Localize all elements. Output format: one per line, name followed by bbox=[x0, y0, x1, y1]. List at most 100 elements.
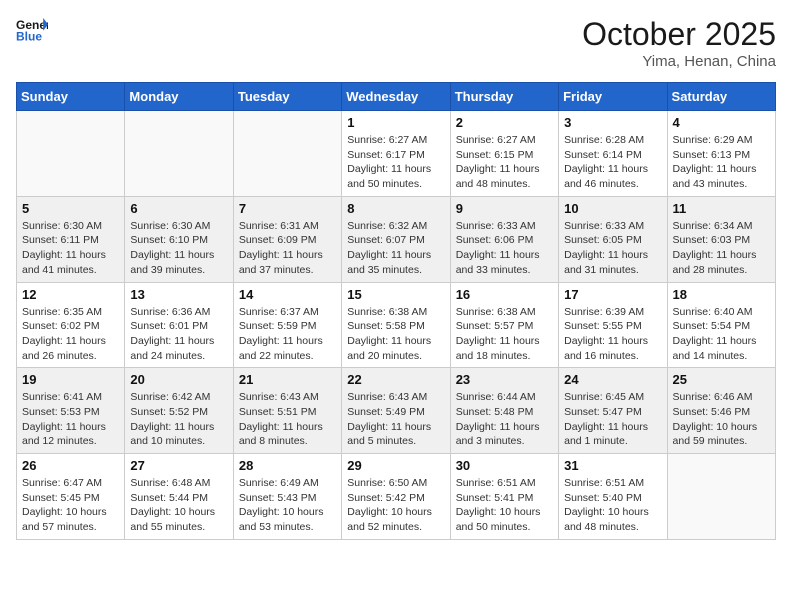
calendar-day-cell: 22 Sunrise: 6:43 AM Sunset: 5:49 PM Dayli… bbox=[342, 368, 450, 454]
day-number: 30 bbox=[456, 458, 553, 473]
logo-icon: General Blue bbox=[16, 16, 48, 44]
calendar-day-cell: 12 Sunrise: 6:35 AM Sunset: 6:02 PM Dayli… bbox=[17, 282, 125, 368]
day-info: Sunrise: 6:45 AM Sunset: 5:47 PM Dayligh… bbox=[564, 390, 661, 449]
day-number: 24 bbox=[564, 372, 661, 387]
calendar-header-row: SundayMondayTuesdayWednesdayThursdayFrid… bbox=[17, 83, 776, 111]
day-number: 1 bbox=[347, 115, 444, 130]
day-number: 10 bbox=[564, 201, 661, 216]
day-number: 3 bbox=[564, 115, 661, 130]
svg-text:Blue: Blue bbox=[16, 29, 42, 43]
day-info: Sunrise: 6:31 AM Sunset: 6:09 PM Dayligh… bbox=[239, 219, 336, 278]
day-number: 19 bbox=[22, 372, 119, 387]
calendar-week-row: 12 Sunrise: 6:35 AM Sunset: 6:02 PM Dayli… bbox=[17, 282, 776, 368]
day-info: Sunrise: 6:34 AM Sunset: 6:03 PM Dayligh… bbox=[673, 219, 770, 278]
calendar-day-cell: 28 Sunrise: 6:49 AM Sunset: 5:43 PM Dayli… bbox=[233, 454, 341, 540]
calendar-day-cell: 21 Sunrise: 6:43 AM Sunset: 5:51 PM Dayli… bbox=[233, 368, 341, 454]
calendar-day-cell: 13Sunrise: 6:36 AM Sunset: 6:01 PM Dayli… bbox=[125, 282, 233, 368]
calendar-day-cell: 16 Sunrise: 6:38 AM Sunset: 5:57 PM Dayli… bbox=[450, 282, 558, 368]
calendar-day-cell bbox=[667, 454, 775, 540]
calendar-day-cell: 10 Sunrise: 6:33 AM Sunset: 6:05 PM Dayli… bbox=[559, 196, 667, 282]
calendar-day-cell: 7 Sunrise: 6:31 AM Sunset: 6:09 PM Daylig… bbox=[233, 196, 341, 282]
page-header: General Blue October 2025 Yima, Henan, C… bbox=[16, 16, 776, 70]
day-info: Sunrise: 6:49 AM Sunset: 5:43 PM Dayligh… bbox=[239, 476, 336, 535]
calendar-day-cell: 20 Sunrise: 6:42 AM Sunset: 5:52 PM Dayli… bbox=[125, 368, 233, 454]
calendar-day-cell: 26 Sunrise: 6:47 AM Sunset: 5:45 PM Dayli… bbox=[17, 454, 125, 540]
day-info: Sunrise: 6:41 AM Sunset: 5:53 PM Dayligh… bbox=[22, 390, 119, 449]
day-number: 4 bbox=[673, 115, 770, 130]
day-number: 17 bbox=[564, 287, 661, 302]
day-info: Sunrise: 6:27 AM Sunset: 6:17 PM Dayligh… bbox=[347, 133, 444, 192]
calendar-day-cell: 1 Sunrise: 6:27 AM Sunset: 6:17 PM Daylig… bbox=[342, 111, 450, 197]
day-number: 23 bbox=[456, 372, 553, 387]
day-info: Sunrise: 6:43 AM Sunset: 5:51 PM Dayligh… bbox=[239, 390, 336, 449]
location: Yima, Henan, China bbox=[582, 53, 776, 70]
day-number: 21 bbox=[239, 372, 336, 387]
calendar-day-cell: 6Sunrise: 6:30 AM Sunset: 6:10 PM Daylig… bbox=[125, 196, 233, 282]
day-info: Sunrise: 6:47 AM Sunset: 5:45 PM Dayligh… bbox=[22, 476, 119, 535]
day-info: Sunrise: 6:40 AM Sunset: 5:54 PM Dayligh… bbox=[673, 305, 770, 364]
calendar-day-cell bbox=[125, 111, 233, 197]
day-info: Sunrise: 6:28 AM Sunset: 6:14 PM Dayligh… bbox=[564, 133, 661, 192]
day-number: 31 bbox=[564, 458, 661, 473]
day-info: Sunrise: 6:37 AM Sunset: 5:59 PM Dayligh… bbox=[239, 305, 336, 364]
day-number: 14 bbox=[239, 287, 336, 302]
day-number: 29 bbox=[347, 458, 444, 473]
logo: General Blue bbox=[16, 16, 48, 44]
day-number: 11 bbox=[673, 201, 770, 216]
calendar-day-cell: 15Sunrise: 6:38 AM Sunset: 5:58 PM Dayli… bbox=[342, 282, 450, 368]
day-info: Sunrise: 6:27 AM Sunset: 6:15 PM Dayligh… bbox=[456, 133, 553, 192]
day-number: 8 bbox=[347, 201, 444, 216]
day-number: 26 bbox=[22, 458, 119, 473]
calendar-table: SundayMondayTuesdayWednesdayThursdayFrid… bbox=[16, 82, 776, 540]
calendar-day-header: Monday bbox=[125, 83, 233, 111]
day-info: Sunrise: 6:38 AM Sunset: 5:57 PM Dayligh… bbox=[456, 305, 553, 364]
calendar-week-row: 5Sunrise: 6:30 AM Sunset: 6:11 PM Daylig… bbox=[17, 196, 776, 282]
calendar-week-row: 1 Sunrise: 6:27 AM Sunset: 6:17 PM Daylig… bbox=[17, 111, 776, 197]
calendar-day-cell: 2Sunrise: 6:27 AM Sunset: 6:15 PM Daylig… bbox=[450, 111, 558, 197]
day-number: 20 bbox=[130, 372, 227, 387]
calendar-day-cell: 17 Sunrise: 6:39 AM Sunset: 5:55 PM Dayli… bbox=[559, 282, 667, 368]
day-number: 27 bbox=[130, 458, 227, 473]
day-info: Sunrise: 6:42 AM Sunset: 5:52 PM Dayligh… bbox=[130, 390, 227, 449]
day-info: Sunrise: 6:50 AM Sunset: 5:42 PM Dayligh… bbox=[347, 476, 444, 535]
calendar-day-cell bbox=[233, 111, 341, 197]
calendar-day-cell: 5Sunrise: 6:30 AM Sunset: 6:11 PM Daylig… bbox=[17, 196, 125, 282]
day-number: 28 bbox=[239, 458, 336, 473]
calendar-day-header: Thursday bbox=[450, 83, 558, 111]
day-info: Sunrise: 6:39 AM Sunset: 5:55 PM Dayligh… bbox=[564, 305, 661, 364]
calendar-week-row: 19 Sunrise: 6:41 AM Sunset: 5:53 PM Dayli… bbox=[17, 368, 776, 454]
calendar-day-cell: 23Sunrise: 6:44 AM Sunset: 5:48 PM Dayli… bbox=[450, 368, 558, 454]
calendar-day-header: Sunday bbox=[17, 83, 125, 111]
day-number: 16 bbox=[456, 287, 553, 302]
day-info: Sunrise: 6:35 AM Sunset: 6:02 PM Dayligh… bbox=[22, 305, 119, 364]
day-info: Sunrise: 6:29 AM Sunset: 6:13 PM Dayligh… bbox=[673, 133, 770, 192]
day-number: 22 bbox=[347, 372, 444, 387]
day-info: Sunrise: 6:33 AM Sunset: 6:06 PM Dayligh… bbox=[456, 219, 553, 278]
calendar-day-cell: 24 Sunrise: 6:45 AM Sunset: 5:47 PM Dayli… bbox=[559, 368, 667, 454]
title-block: October 2025 Yima, Henan, China bbox=[582, 16, 776, 70]
day-number: 9 bbox=[456, 201, 553, 216]
calendar-day-cell: 18Sunrise: 6:40 AM Sunset: 5:54 PM Dayli… bbox=[667, 282, 775, 368]
day-info: Sunrise: 6:51 AM Sunset: 5:41 PM Dayligh… bbox=[456, 476, 553, 535]
day-info: Sunrise: 6:43 AM Sunset: 5:49 PM Dayligh… bbox=[347, 390, 444, 449]
calendar-day-header: Wednesday bbox=[342, 83, 450, 111]
calendar-day-cell: 25Sunrise: 6:46 AM Sunset: 5:46 PM Dayli… bbox=[667, 368, 775, 454]
calendar-day-cell: 4 Sunrise: 6:29 AM Sunset: 6:13 PM Daylig… bbox=[667, 111, 775, 197]
calendar-day-cell: 30 Sunrise: 6:51 AM Sunset: 5:41 PM Dayli… bbox=[450, 454, 558, 540]
calendar-week-row: 26 Sunrise: 6:47 AM Sunset: 5:45 PM Dayli… bbox=[17, 454, 776, 540]
calendar-day-header: Tuesday bbox=[233, 83, 341, 111]
day-info: Sunrise: 6:38 AM Sunset: 5:58 PM Dayligh… bbox=[347, 305, 444, 364]
calendar-day-header: Friday bbox=[559, 83, 667, 111]
calendar-day-cell: 9 Sunrise: 6:33 AM Sunset: 6:06 PM Daylig… bbox=[450, 196, 558, 282]
day-info: Sunrise: 6:30 AM Sunset: 6:10 PM Dayligh… bbox=[130, 219, 227, 278]
day-number: 7 bbox=[239, 201, 336, 216]
day-info: Sunrise: 6:33 AM Sunset: 6:05 PM Dayligh… bbox=[564, 219, 661, 278]
calendar-day-cell: 3 Sunrise: 6:28 AM Sunset: 6:14 PM Daylig… bbox=[559, 111, 667, 197]
day-info: Sunrise: 6:51 AM Sunset: 5:40 PM Dayligh… bbox=[564, 476, 661, 535]
calendar-day-cell: 31 Sunrise: 6:51 AM Sunset: 5:40 PM Dayli… bbox=[559, 454, 667, 540]
calendar-day-cell: 14 Sunrise: 6:37 AM Sunset: 5:59 PM Dayli… bbox=[233, 282, 341, 368]
day-info: Sunrise: 6:36 AM Sunset: 6:01 PM Dayligh… bbox=[130, 305, 227, 364]
calendar-day-cell bbox=[17, 111, 125, 197]
day-number: 12 bbox=[22, 287, 119, 302]
day-info: Sunrise: 6:46 AM Sunset: 5:46 PM Dayligh… bbox=[673, 390, 770, 449]
